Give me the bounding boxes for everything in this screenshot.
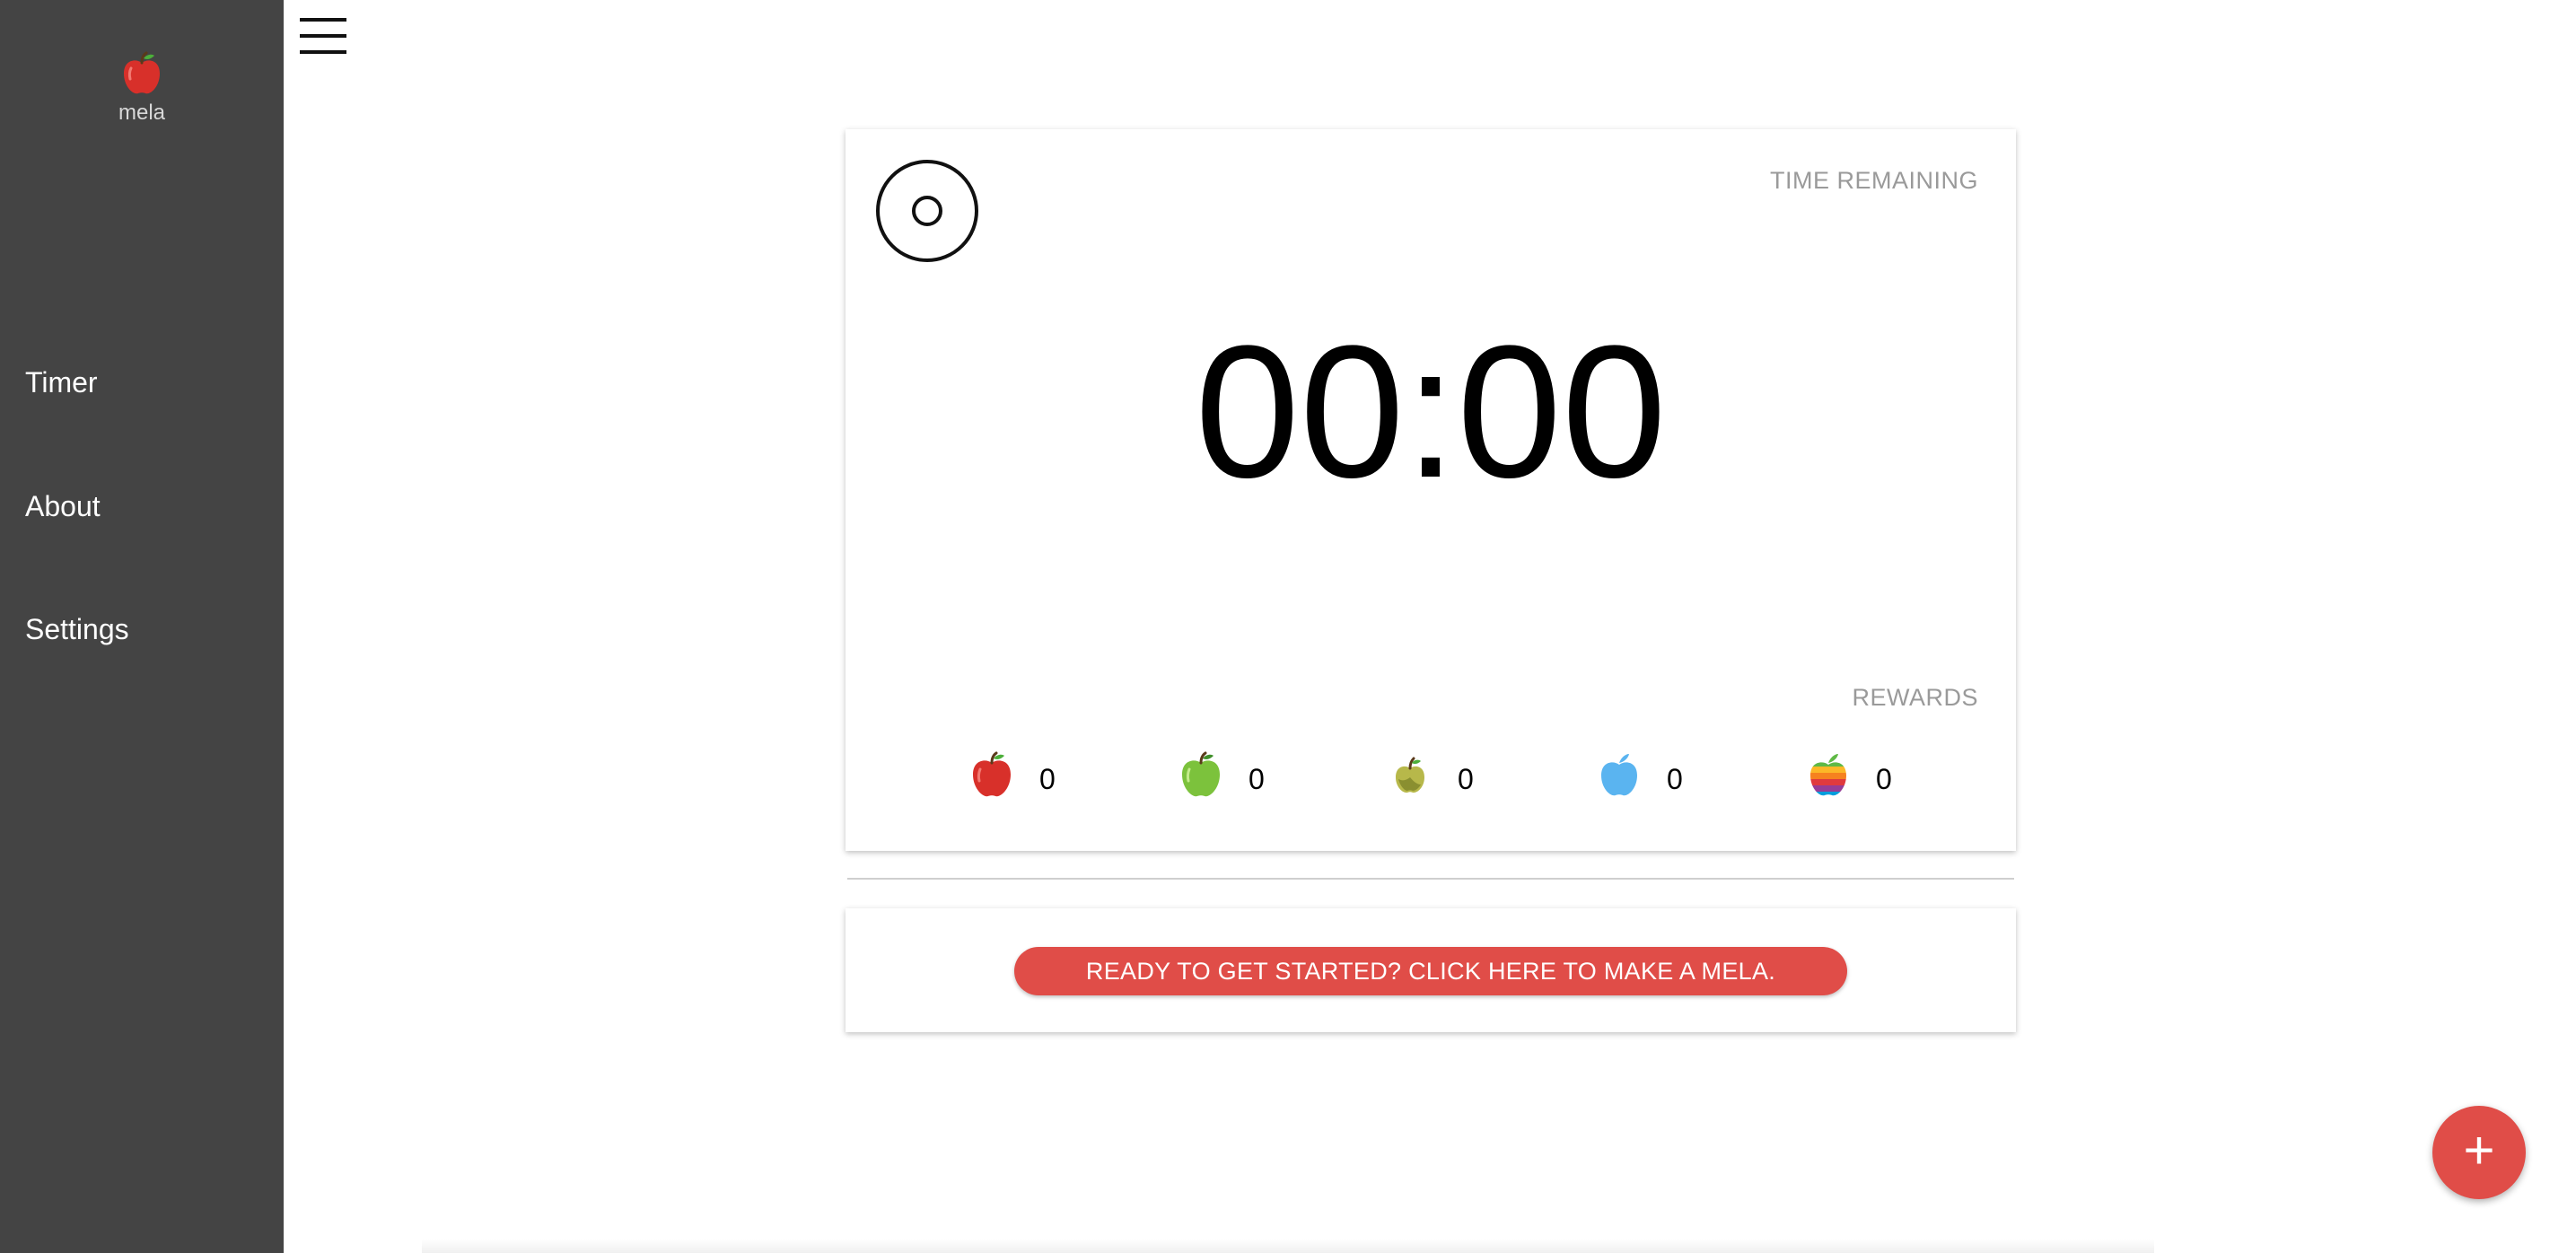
rainbow-apple-icon bbox=[1810, 754, 1846, 796]
golden-apple-icon bbox=[1396, 757, 1424, 793]
make-mela-button[interactable]: READY TO GET STARTED? CLICK HERE TO MAKE… bbox=[1014, 947, 1847, 995]
logo-text: mela bbox=[118, 101, 166, 125]
sidebar-item-about[interactable]: About bbox=[25, 490, 101, 523]
apple-logo-icon bbox=[124, 51, 160, 94]
red-apple-icon bbox=[973, 751, 1011, 797]
reward-count: 0 bbox=[1667, 763, 1683, 795]
blue-apple-icon bbox=[1601, 754, 1637, 796]
cta-card: READY TO GET STARTED? CLICK HERE TO MAKE… bbox=[846, 908, 2016, 1032]
reward-count: 0 bbox=[1039, 763, 1056, 795]
rewards-label: REWARDS bbox=[1852, 684, 1978, 711]
reward-count: 0 bbox=[1458, 763, 1474, 795]
timer-toggle-button[interactable] bbox=[876, 160, 978, 262]
hamburger-menu-icon[interactable] bbox=[300, 18, 346, 54]
reward-count: 0 bbox=[1249, 763, 1265, 795]
ring-inner-icon bbox=[912, 196, 942, 226]
logo[interactable]: mela bbox=[0, 50, 284, 126]
green-apple-icon bbox=[1182, 751, 1220, 797]
time-remaining-label: TIME REMAINING bbox=[1769, 167, 1978, 194]
reward-count: 0 bbox=[1876, 763, 1892, 795]
hamburger-line bbox=[300, 18, 346, 22]
time-display: 00:00 bbox=[1195, 306, 1667, 517]
timer-card: TIME REMAINING 00:00 REWARDS 0 0 0 0 0 bbox=[846, 129, 2016, 851]
sidebar-item-settings[interactable]: Settings bbox=[25, 613, 129, 646]
hamburger-line bbox=[300, 34, 346, 38]
add-button[interactable]: + bbox=[2432, 1106, 2526, 1199]
sidebar-item-timer[interactable]: Timer bbox=[25, 366, 98, 399]
divider bbox=[847, 878, 2014, 880]
bottom-shadow bbox=[422, 1239, 2154, 1253]
sidebar: mela Timer About Settings bbox=[0, 0, 284, 1253]
hamburger-line bbox=[300, 50, 346, 54]
